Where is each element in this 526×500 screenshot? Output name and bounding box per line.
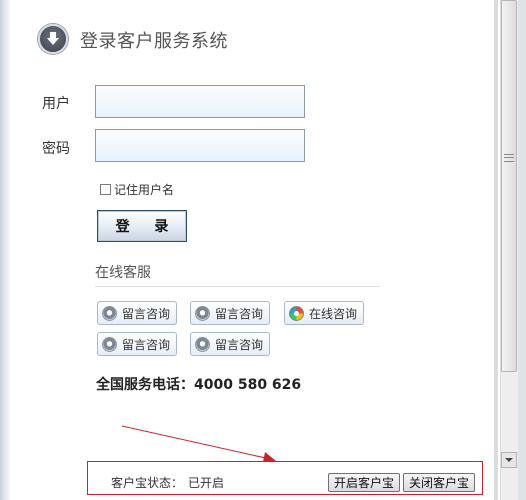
annotation-arrow <box>121 425 276 462</box>
content-right-border <box>494 0 498 500</box>
scroll-down-arrow-icon[interactable] <box>501 452 517 468</box>
window-right-edge <box>518 0 526 500</box>
scroll-grip-icon <box>504 154 514 162</box>
status-label: 客户宝状态： <box>111 476 184 490</box>
scrollbar-thumb[interactable] <box>501 0 517 372</box>
status-value: 已开启 <box>188 476 225 490</box>
open-kehubao-button[interactable]: 开启客户宝 <box>328 473 400 492</box>
close-kehubao-button[interactable]: 关闭客户宝 <box>403 473 475 492</box>
